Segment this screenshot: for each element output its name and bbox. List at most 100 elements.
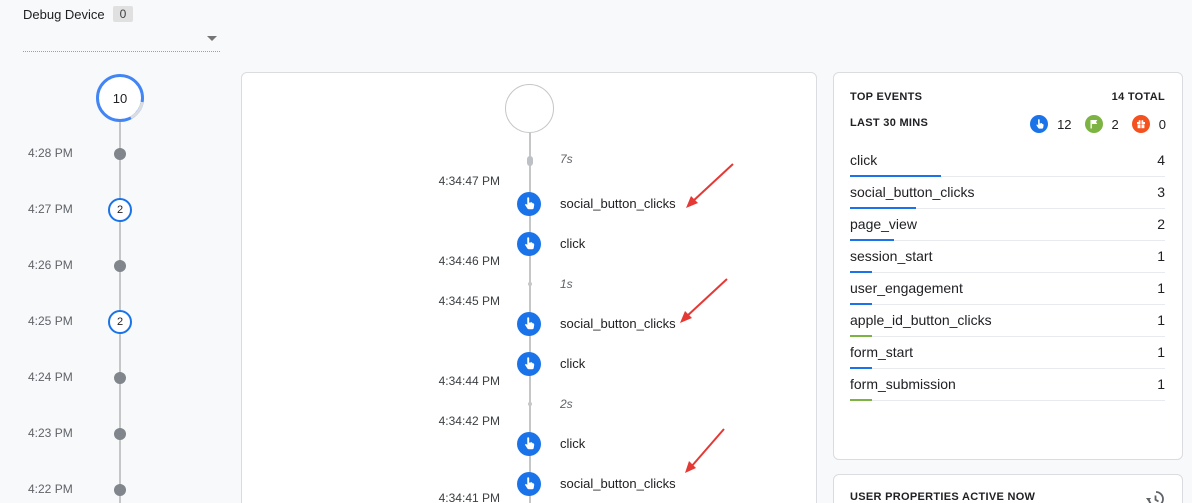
top-event-name: form_submission xyxy=(850,376,956,392)
top-event-row[interactable]: apple_id_button_clicks 1 xyxy=(850,305,1165,337)
debug-device-header: Debug Device 0 xyxy=(23,6,134,22)
seconds-stream-panel: 7s 4:34:47 PM social_button_clicks click… xyxy=(241,72,817,503)
gap-marker xyxy=(528,282,532,286)
event-timestamp: 4:34:46 PM xyxy=(438,254,500,268)
minute-row[interactable]: 4:24 PM xyxy=(0,366,240,390)
minute-time: 4:24 PM xyxy=(28,370,73,384)
top-event-count: 4 xyxy=(1157,152,1165,168)
annotation-arrow xyxy=(685,428,725,473)
top-event-count: 2 xyxy=(1157,216,1165,232)
annotation-arrow xyxy=(680,278,728,323)
gap-marker xyxy=(528,402,532,406)
minute-dot xyxy=(114,260,126,272)
user-properties-card: USER PROPERTIES ACTIVE NOW xyxy=(833,474,1183,503)
event-item[interactable]: social_button_clicks xyxy=(517,312,817,336)
top-event-count: 1 xyxy=(1157,312,1165,328)
minutes-total-circle[interactable]: 10 xyxy=(96,74,144,122)
minute-row[interactable]: 4:28 PM xyxy=(0,142,240,166)
user-properties-title: USER PROPERTIES ACTIVE NOW xyxy=(850,491,1036,503)
minute-row[interactable]: 4:23 PM xyxy=(0,422,240,446)
event-name: click xyxy=(560,236,586,251)
event-timestamp: 4:34:42 PM xyxy=(438,414,500,428)
debug-device-label: Debug Device xyxy=(23,6,105,22)
touch-icon xyxy=(517,472,541,496)
history-icon[interactable] xyxy=(1145,489,1165,503)
touch-icon xyxy=(517,352,541,376)
minute-time: 4:25 PM xyxy=(28,314,73,328)
minute-event-count[interactable]: 2 xyxy=(108,310,132,334)
stat-gift: 0 xyxy=(1131,115,1166,133)
event-type-stats: 12 2 0 xyxy=(1017,115,1166,133)
top-event-row[interactable]: form_start 1 xyxy=(850,337,1165,369)
event-name: social_button_clicks xyxy=(560,316,676,331)
minutes-total-count: 10 xyxy=(112,90,128,106)
minute-dot xyxy=(114,148,126,160)
event-name: click xyxy=(560,436,586,451)
event-timestamp: 4:34:41 PM xyxy=(438,491,500,503)
minute-row[interactable]: 4:25 PM 2 xyxy=(0,310,240,334)
gap-label: 7s xyxy=(560,152,573,166)
top-event-name: apple_id_button_clicks xyxy=(850,312,992,328)
minute-time: 4:27 PM xyxy=(28,202,73,216)
top-event-row[interactable]: session_start 1 xyxy=(850,241,1165,273)
stat-value: 0 xyxy=(1158,116,1166,132)
top-event-row[interactable]: click 4 xyxy=(850,145,1165,177)
event-timestamp: 4:34:44 PM xyxy=(438,374,500,388)
gap-label: 2s xyxy=(560,397,573,411)
gift-icon xyxy=(1131,115,1150,133)
minute-time: 4:22 PM xyxy=(28,482,73,496)
event-name: click xyxy=(560,356,586,371)
top-event-count: 1 xyxy=(1157,344,1165,360)
dropdown-arrow-icon[interactable] xyxy=(207,36,217,41)
event-item[interactable]: social_button_clicks xyxy=(517,192,817,216)
top-event-name: social_button_clicks xyxy=(850,184,975,200)
event-name: social_button_clicks xyxy=(560,476,676,491)
top-events-period: LAST 30 MINS xyxy=(850,117,929,129)
event-item[interactable]: social_button_clicks xyxy=(517,472,817,496)
top-event-name: session_start xyxy=(850,248,933,264)
top-event-count: 3 xyxy=(1157,184,1165,200)
top-event-name: page_view xyxy=(850,216,917,232)
seconds-stream-top-circle[interactable] xyxy=(505,84,554,133)
touch-icon xyxy=(517,432,541,456)
top-event-row[interactable]: page_view 2 xyxy=(850,209,1165,241)
minute-row[interactable]: 4:27 PM 2 xyxy=(0,198,240,222)
minute-time: 4:28 PM xyxy=(28,146,73,160)
minute-time: 4:26 PM xyxy=(28,258,73,272)
minute-row[interactable]: 4:22 PM xyxy=(0,478,240,502)
top-event-count: 1 xyxy=(1157,248,1165,264)
event-item[interactable]: click xyxy=(517,432,817,456)
minute-dot xyxy=(114,372,126,384)
stat-value: 2 xyxy=(1111,116,1119,132)
event-name: social_button_clicks xyxy=(560,196,676,211)
minute-dot xyxy=(114,428,126,440)
event-item[interactable]: click xyxy=(517,352,817,376)
top-event-name: user_engagement xyxy=(850,280,963,296)
debug-device-select[interactable] xyxy=(23,30,220,52)
stat-flag: 2 xyxy=(1084,115,1119,133)
top-events-card: TOP EVENTS 14 TOTAL LAST 30 MINS 12 2 0 … xyxy=(833,72,1183,460)
top-event-row[interactable]: form_submission 1 xyxy=(850,369,1165,401)
minute-dot xyxy=(114,484,126,496)
touch-icon xyxy=(1030,115,1049,133)
top-event-count: 1 xyxy=(1157,376,1165,392)
minute-row[interactable]: 4:26 PM xyxy=(0,254,240,278)
top-event-row[interactable]: user_engagement 1 xyxy=(850,273,1165,305)
stat-value: 12 xyxy=(1057,116,1072,132)
event-item[interactable]: click xyxy=(517,232,817,256)
minute-event-count[interactable]: 2 xyxy=(108,198,132,222)
debug-device-count-badge: 0 xyxy=(112,6,134,22)
top-event-row[interactable]: social_button_clicks 3 xyxy=(850,177,1165,209)
touch-icon xyxy=(517,312,541,336)
top-event-count: 1 xyxy=(1157,280,1165,296)
top-event-name: click xyxy=(850,152,878,168)
gap-marker xyxy=(527,156,533,166)
top-events-total: 14 TOTAL xyxy=(1111,91,1165,103)
flag-icon xyxy=(1084,115,1103,133)
top-event-share-bar xyxy=(850,399,872,401)
annotation-arrow xyxy=(686,163,734,208)
touch-icon xyxy=(517,192,541,216)
event-timestamp: 4:34:45 PM xyxy=(438,294,500,308)
top-event-name: form_start xyxy=(850,344,914,360)
event-timestamp: 4:34:47 PM xyxy=(438,174,500,188)
